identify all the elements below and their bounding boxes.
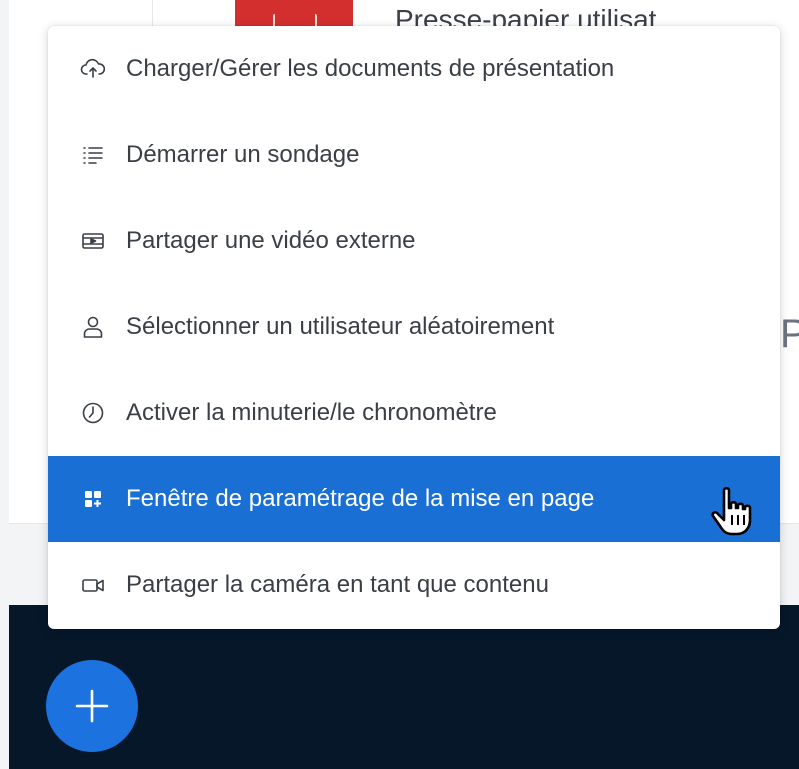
background-partial-letter: P <box>780 312 799 356</box>
menu-item-share-external-video[interactable]: Partager une vidéo externe <box>48 198 780 284</box>
background-left-strip <box>0 0 9 769</box>
menu-item-label: Sélectionner un utilisateur aléatoiremen… <box>126 313 555 340</box>
menu-item-select-random-user[interactable]: Sélectionner un utilisateur aléatoiremen… <box>48 284 780 370</box>
clock-icon <box>80 400 106 426</box>
menu-item-label: Partager une vidéo externe <box>126 227 416 254</box>
menu-item-activate-timer[interactable]: Activer la minuterie/le chronomètre <box>48 370 780 456</box>
menu-item-label: Partager la caméra en tant que contenu <box>126 571 549 598</box>
user-icon <box>80 314 106 340</box>
actions-plus-button[interactable] <box>46 660 138 752</box>
actions-menu: Charger/Gérer les documents de présentat… <box>48 26 780 629</box>
video-icon <box>80 228 106 254</box>
menu-item-label: Activer la minuterie/le chronomètre <box>126 399 497 426</box>
menu-item-label: Démarrer un sondage <box>126 141 360 168</box>
camera-icon <box>80 572 106 598</box>
hand-pointer-cursor-icon <box>711 487 752 536</box>
menu-item-upload-presentation[interactable]: Charger/Gérer les documents de présentat… <box>48 26 780 112</box>
menu-item-layout-settings[interactable]: Fenêtre de paramétrage de la mise en pag… <box>48 456 780 542</box>
menu-item-share-camera-as-content[interactable]: Partager la caméra en tant que contenu <box>48 542 780 628</box>
cloud-upload-icon <box>80 56 106 82</box>
list-icon <box>80 142 106 168</box>
plus-icon <box>75 689 109 723</box>
menu-item-label: Fenêtre de paramétrage de la mise en pag… <box>126 485 595 512</box>
menu-item-start-poll[interactable]: Démarrer un sondage <box>48 112 780 198</box>
menu-item-label: Charger/Gérer les documents de présentat… <box>126 55 615 82</box>
layout-icon <box>80 486 106 512</box>
